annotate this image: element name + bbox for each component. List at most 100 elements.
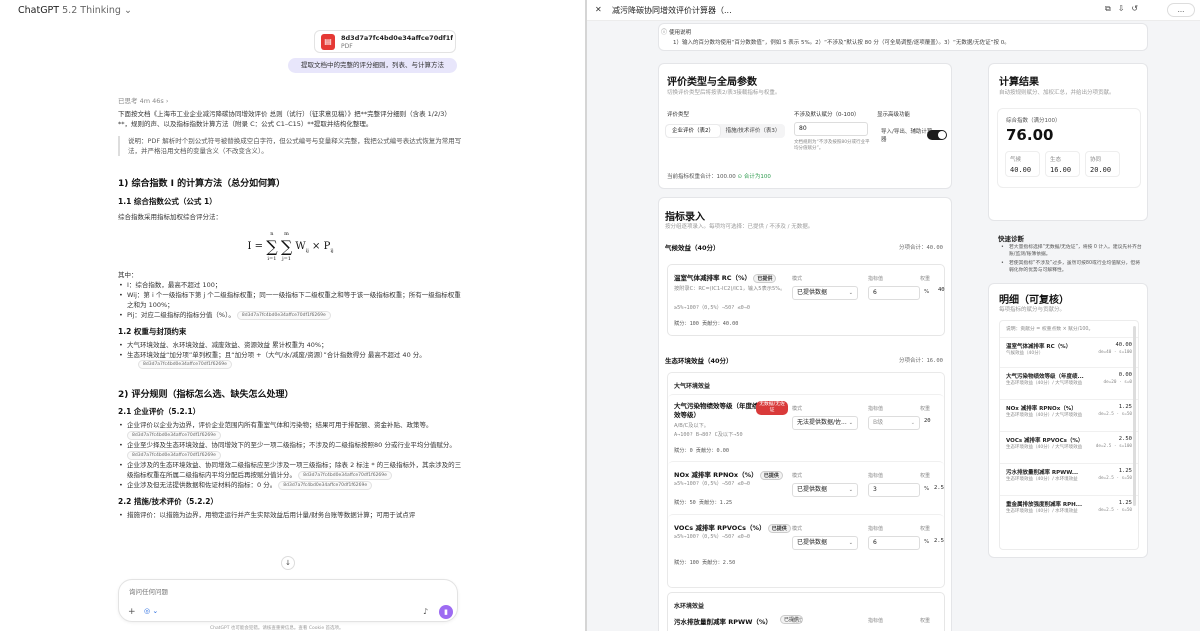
- tools-icon[interactable]: ◎ ⌄: [144, 607, 158, 615]
- model-selector[interactable]: ChatGPT 5.2 Thinking ⌄: [18, 5, 132, 16]
- close-icon[interactable]: ✕: [595, 5, 602, 14]
- status-badge: 已提供: [753, 274, 777, 283]
- constraint-item: 大气环境效益、水环境效益、减废效益、资源效益 累计权重为 40%；: [118, 340, 463, 350]
- rule-item: 企业评价以企业为边界，评价企业范围内所有重室气体和污染物；结果可用于排配额、资金…: [118, 420, 463, 440]
- weight-total: 当前指标权重合计：100.00 ⊙ 合计为100: [667, 174, 771, 180]
- advanced-toggle[interactable]: [927, 130, 947, 140]
- chevron-right-icon: ›: [165, 97, 169, 105]
- section-climate: 气候效益（40分）: [665, 244, 720, 252]
- value-input[interactable]: 3: [868, 483, 920, 497]
- total-score: 76.00: [1006, 126, 1054, 144]
- formula-1: I = n ∑ i=1 m ∑ j=1 Wij × Pij: [247, 231, 334, 262]
- model-version: 5.2 Thinking: [62, 5, 121, 16]
- mode-select[interactable]: 已提供数据 ⌄: [792, 536, 858, 550]
- detail-row: NOx 减排率 RPNOx（%） 生态环境效益（40分）/ 大气环境效益 1.2…: [1000, 399, 1138, 429]
- result-title: 计算结果: [999, 77, 1039, 88]
- section-1-1-heading: 1.1 综合指数公式（公式 1）: [118, 197, 217, 206]
- chevron-down-icon: ⌄: [848, 487, 853, 493]
- indicator-card: NOx 减排率 RPNOx（%） 已提供 ≥5%→100?（0,5%）→50? …: [668, 461, 944, 513]
- source-ref-chip[interactable]: 8d3d7a7fc4bd0e34affce70df1f6269e: [127, 450, 221, 460]
- mode-select[interactable]: 无法提供数据/佐... ⌄: [792, 416, 858, 430]
- status-badge: 已提供: [759, 471, 783, 480]
- file-name: 8d3d7a7fc4bd0e34affce70df1f62...: [341, 34, 453, 42]
- rule-item: 企业涉及的生态环境效益、协同增效二级指标应至少涉及一项三级指标；除表 2 标注 …: [118, 460, 463, 480]
- mode-select[interactable]: 已提供数据 ⌄: [792, 286, 858, 300]
- default-score-input[interactable]: 80: [794, 122, 868, 136]
- diagnosis-item: 若大量指标选择“无数据/无佐证”，将按 0 计入。建议先补齐台账/监测/账簿依据…: [1000, 245, 1144, 258]
- detail-header: 说明：贡献分 = 权重点数 × 赋分/100。: [1006, 327, 1094, 332]
- chevron-down-icon: ⌄: [910, 420, 915, 426]
- type-label: 评价类型: [667, 112, 690, 118]
- usage-note-text: 1）输入的百分数均使用“百分数数值”，例如 5 表示 5%。2）“不涉及”默认按…: [673, 40, 1010, 46]
- undo-icon[interactable]: ↺: [1131, 4, 1145, 13]
- section-2-1-heading: 2.1 企业评价（5.2.1）: [118, 407, 201, 416]
- diagnosis-card: 快速诊断 若大量指标选择“无数据/无佐证”，将按 0 计入。建议先补齐台账/监测…: [988, 229, 1148, 275]
- input-title: 指标录入: [665, 212, 705, 223]
- source-ref-chip[interactable]: 8d3d7a7fc4bd0e34affce70df1f6269e: [236, 310, 331, 320]
- sub-score-synergy: 协同 20.00: [1085, 151, 1120, 177]
- type-option-technology[interactable]: 措施/技术评价（表3）: [722, 125, 784, 137]
- value-input[interactable]: 6: [868, 536, 920, 550]
- sub-score-eco: 生态 16.00: [1045, 151, 1080, 177]
- source-ref-chip[interactable]: 8d3d7a7fc4bd0e34affce70df1f6269e: [127, 430, 221, 440]
- diagnosis-item: 若使其指标“不涉及”过多，虽然可按80或行业均值赋分，但将弱化你的优势与可解释性…: [1000, 261, 1144, 274]
- check-icon: ⊙: [737, 174, 743, 180]
- score-box: 综合指数（满分100） 76.00 气候 40.00 生态 16.00 协同 2…: [997, 108, 1141, 188]
- copy-icon[interactable]: ⧉: [1105, 4, 1118, 13]
- mic-icon[interactable]: ♪: [423, 607, 428, 616]
- source-ref-chip[interactable]: 8d3d7a7fc4bd0e34affce70df1f6269e: [278, 480, 373, 490]
- attached-file-card[interactable]: ▤ 8d3d7a7fc4bd0e34affce70df1f62... PDF: [314, 30, 456, 53]
- section-1-1-text: 综合指数采用指标加权综合评分法：: [118, 213, 222, 221]
- result-subtitle: 自动按规则赋分、加权汇总，并给出分项贡献。: [999, 90, 1115, 96]
- assistant-message: 下面按文档《上海市工业企业减污降碳协同增效评价 总则（试行）（征求意见稿）》把*…: [118, 109, 463, 520]
- more-button[interactable]: ...: [1167, 3, 1195, 17]
- detail-list[interactable]: 说明：贡献分 = 权重点数 × 赋分/100。 温室气体减排率 RC（%） 气候…: [999, 320, 1139, 550]
- section-eco-score: 分项合计：16.00: [898, 358, 943, 364]
- composer: + ◎ ⌄ ♪ ▮: [118, 579, 458, 622]
- section-2-2-heading: 2.2 措施/技术评价（5.2.2）: [118, 497, 218, 506]
- intro-paragraph: 下面按文档《上海市工业企业减污降碳协同增效评价 总则（试行）（征求意见稿）》把*…: [118, 110, 451, 128]
- params-card: 评价类型与全局参数 切换评价类型后将按表2/表3接载指标与权重。 评价类型 企业…: [658, 63, 952, 189]
- default-score-hint: 文档规则为“不涉及按照80分或行业平均分值赋分”。: [794, 140, 870, 151]
- scroll-down-button[interactable]: ↓: [281, 556, 295, 570]
- chevron-down-icon: ⌄: [848, 420, 853, 426]
- value-select[interactable]: B级 ⌄: [868, 416, 920, 430]
- indicator-card: 大气污染物绩效等级（年度绩效等级） 无数据/无佐证 A/B/C及以下。 A→10…: [668, 394, 944, 460]
- diagnosis-title: 快速诊断: [998, 235, 1024, 243]
- plus-icon[interactable]: +: [128, 607, 136, 617]
- type-option-enterprise[interactable]: 企业评价（表2）: [666, 125, 720, 137]
- detail-card: 明细（可复核） 每项指标的赋分与贡献分。 说明：贡献分 = 权重点数 × 赋分/…: [988, 283, 1148, 558]
- section-eco: 生态环境效益（40分）: [665, 357, 733, 365]
- user-message: 提取文档中的完整的评分细则，列表、与计算方法: [288, 58, 457, 73]
- section-2-heading: 2) 评分规则（指标怎么选、缺失怎么处理）: [118, 390, 294, 400]
- where-item: Pij：对应二级指标的指标分值（%）。 8d3d7a7fc4bd0e34affc…: [118, 310, 463, 320]
- download-icon[interactable]: ⇩: [1118, 4, 1132, 13]
- source-ref-chip[interactable]: 8d3d7a7fc4bd0e34affce70df1f6269e: [138, 360, 232, 369]
- rule-item: 企业至少择及生态环境效益、协同增效下的至少一项二级指标；不涉及的二级指标按照80…: [118, 440, 463, 460]
- where-label: 其中：: [118, 271, 138, 279]
- file-type: PDF: [341, 43, 353, 50]
- value-input[interactable]: 6: [868, 286, 920, 300]
- source-ref-chip[interactable]: 8d3d7a7fc4bd0e34affce70df1f6269e: [298, 470, 392, 480]
- status-badge: 已提供: [767, 524, 791, 533]
- detail-scrollbar[interactable]: [1133, 326, 1136, 506]
- chat-header: ChatGPT 5.2 Thinking ⌄: [0, 0, 585, 22]
- note-blockquote: 说明：PDF 解析时个别公式符号被替换成空白字符，但公式编号与变量释义完整，我把…: [118, 136, 463, 156]
- detail-row: 重金属排放强度削减率 RPH... 生态环境效益（40分）/ 水环境效益 1.2…: [1000, 495, 1138, 525]
- advanced-label: 显示高级功能: [877, 112, 911, 118]
- voice-mode-button[interactable]: ▮: [439, 605, 453, 619]
- chevron-down-icon: ⌄: [848, 290, 853, 296]
- subgroup-water: 水环境效益 污水排放量削减率 RPWW（%） 已提供 模式 指标值 权重: [667, 592, 945, 631]
- constraint-item: 生态环境效益“加分项”单列权重；且“加分项 +（大气/水/减废/资源）”合计指数…: [118, 350, 463, 360]
- composer-input[interactable]: [129, 588, 429, 596]
- canvas-title: 减污降碳协同增效评价计算器（...: [612, 6, 732, 15]
- total-label: 综合指数（满分100）: [1006, 118, 1061, 124]
- rule-item: 企业涉及但无法提供数据和佐证材料的指标：0 分。 8d3d7a7fc4bd0e3…: [118, 480, 463, 490]
- rule-item: 措施评价：以措施为边界，用物定运行并产生实际效益后用计量/财务台账等数据计算；可…: [118, 510, 463, 520]
- mode-select[interactable]: 已提供数据 ⌄: [792, 483, 858, 497]
- thought-duration[interactable]: 已思考 4m 46s ›: [118, 95, 168, 105]
- usage-note-title: 使用说明: [669, 30, 692, 36]
- canvas-pane: ✕ 减污降碳协同增效评价计算器（... ⧉⇩↺ ... ⓘ 使用说明 1）输入的…: [587, 0, 1200, 631]
- chevron-down-icon: ⌄: [848, 540, 853, 546]
- input-subtitle: 按分组逐项录入。每项均可选择：已提供 / 不涉及 / 无数据。: [665, 224, 814, 230]
